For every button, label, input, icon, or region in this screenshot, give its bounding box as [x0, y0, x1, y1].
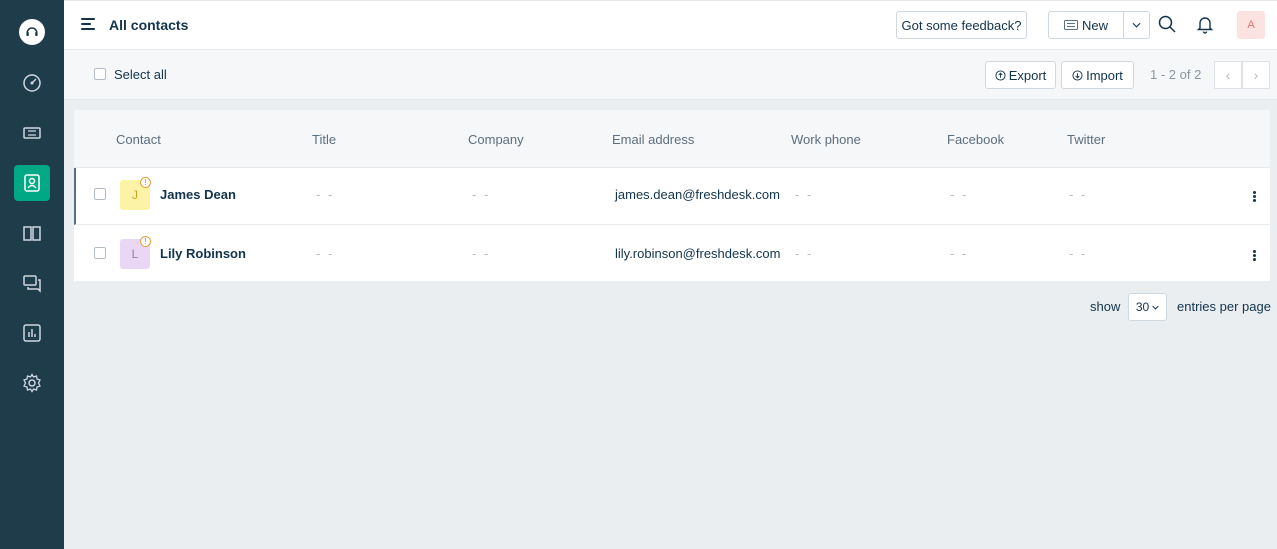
column-header-facebook[interactable]: Facebook	[947, 132, 1004, 147]
export-label: Export	[1008, 67, 1047, 83]
facebook-cell: - -	[950, 187, 969, 202]
pagination-text: 1 - 2 of 2	[1150, 67, 1202, 82]
new-button[interactable]: New	[1048, 11, 1124, 39]
contact-name-link[interactable]: James Dean	[160, 187, 236, 202]
import-label: Import	[1086, 67, 1123, 83]
forums-icon[interactable]	[14, 265, 50, 301]
company-cell: - -	[472, 246, 491, 261]
feedback-button[interactable]: Got some feedback?	[896, 11, 1027, 39]
show-label: show	[1090, 299, 1121, 314]
prev-page-chevron-left-icon[interactable]: ‹	[1214, 61, 1242, 89]
notifications-bell-icon[interactable]	[1195, 14, 1215, 34]
ticket-icon	[1063, 20, 1078, 30]
row-actions-kebab-icon[interactable]	[1253, 250, 1257, 262]
warning-icon: !	[140, 236, 151, 247]
row-checkbox[interactable]	[94, 188, 106, 200]
title-cell: - -	[316, 187, 335, 202]
contacts-icon[interactable]	[14, 165, 50, 201]
settings-gear-icon[interactable]	[14, 365, 50, 401]
select-all-checkbox[interactable]	[94, 68, 106, 80]
per-page-value: 30	[1135, 300, 1150, 314]
email-cell: lily.robinson@freshdesk.com	[615, 246, 781, 261]
next-page-chevron-right-icon[interactable]: ›	[1242, 61, 1270, 89]
facebook-cell: - -	[950, 246, 969, 261]
entries-per-page-label: entries per page	[1177, 299, 1271, 314]
chevron-down-icon	[1152, 305, 1159, 310]
column-header-company[interactable]: Company	[468, 132, 524, 147]
table-row[interactable]: L ! Lily Robinson - - - - lily.robinson@…	[74, 225, 1270, 282]
row-actions-kebab-icon[interactable]	[1253, 191, 1257, 203]
solutions-book-icon[interactable]	[14, 215, 50, 251]
import-icon	[1072, 69, 1083, 81]
menu-toggle-icon[interactable]	[81, 18, 95, 32]
column-header-work-phone[interactable]: Work phone	[791, 132, 861, 147]
company-cell: - -	[472, 187, 491, 202]
select-all-label: Select all	[114, 67, 167, 82]
freshdesk-logo-icon[interactable]	[19, 19, 45, 45]
contact-name-link[interactable]: Lily Robinson	[160, 246, 246, 261]
column-header-title[interactable]: Title	[312, 132, 336, 147]
twitter-cell: - -	[1069, 246, 1088, 261]
user-avatar[interactable]: A	[1237, 11, 1265, 39]
page-title: All contacts	[109, 17, 189, 33]
table-header: Contact Title Company Email address Work…	[74, 110, 1270, 168]
top-header: All contacts Got some feedback? New A	[64, 0, 1277, 50]
column-header-email[interactable]: Email address	[612, 132, 694, 147]
title-cell: - -	[316, 246, 335, 261]
export-button[interactable]: Export	[985, 61, 1056, 89]
row-checkbox[interactable]	[94, 247, 106, 259]
warning-icon: !	[140, 177, 151, 188]
per-page-select[interactable]: 30	[1128, 293, 1167, 321]
list-toolbar: Select all Export Import 1 - 2 of 2 ‹ ›	[64, 50, 1277, 100]
column-header-contact[interactable]: Contact	[116, 132, 161, 147]
work-phone-cell: - -	[795, 246, 814, 261]
contacts-table: Contact Title Company Email address Work…	[74, 110, 1270, 282]
search-icon[interactable]	[1157, 14, 1177, 34]
column-header-twitter[interactable]: Twitter	[1067, 132, 1105, 147]
table-row[interactable]: J ! James Dean - - - - james.dean@freshd…	[74, 168, 1270, 225]
twitter-cell: - -	[1069, 187, 1088, 202]
new-dropdown-chevron-down-icon[interactable]	[1123, 11, 1150, 39]
work-phone-cell: - -	[795, 187, 814, 202]
import-button[interactable]: Import	[1061, 61, 1134, 89]
tickets-icon[interactable]	[14, 115, 50, 151]
new-button-label: New	[1081, 17, 1108, 33]
sidebar	[0, 0, 64, 549]
reports-icon[interactable]	[14, 315, 50, 351]
dashboard-icon[interactable]	[14, 65, 50, 101]
email-cell: james.dean@freshdesk.com	[615, 187, 780, 202]
export-icon	[995, 69, 1006, 81]
